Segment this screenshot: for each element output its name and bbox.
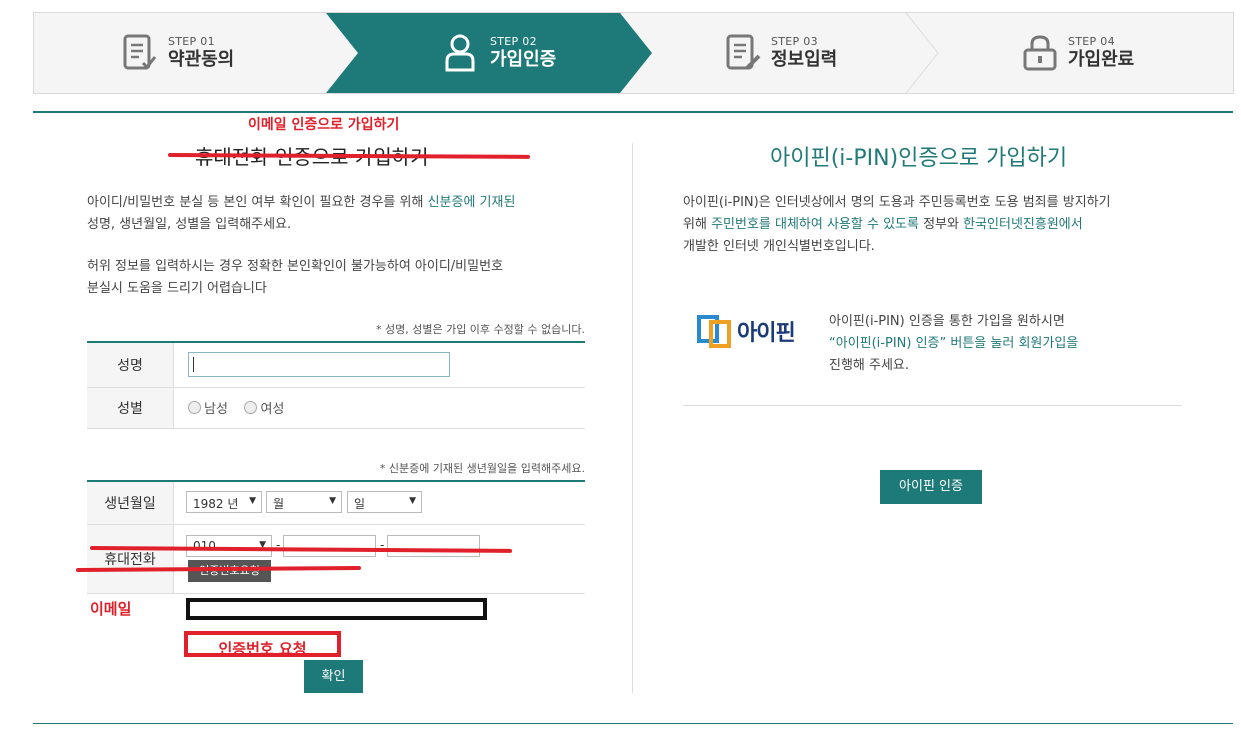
chevron-down-icon: ▼ [409, 496, 416, 506]
ipin-auth-button[interactable]: 아이핀 인증 [880, 470, 982, 504]
ipin-logo-text: 아이핀 [737, 321, 796, 346]
female-label: 여성 [260, 402, 285, 417]
step-02: STEP 02 가입인증 [444, 13, 556, 93]
name-gender-note: * 성명, 성별은 가입 이후 수정할 수 없습니다. [375, 323, 585, 336]
column-divider [632, 143, 633, 693]
birth-day-select[interactable]: 일 ▼ [347, 491, 422, 513]
ipin-logo: 아이핀 [697, 310, 809, 350]
guide-text-highlight: 신분증에 기재된 [427, 195, 516, 210]
chevron-down-icon: ▼ [329, 496, 336, 506]
male-radio[interactable] [188, 401, 201, 414]
name-input[interactable] [188, 352, 450, 378]
ipin-desc-line-3: 개발한 인터넷 개인식별번호입니다. [683, 239, 875, 254]
name-cell [173, 342, 585, 388]
step-01: STEP 01 약관동의 [122, 13, 234, 93]
guide-text-part: 성명, 생년월일, 성별을 입력해주세요. [87, 217, 292, 232]
document-check-icon [123, 34, 157, 70]
confirm-button[interactable]: 확인 [304, 660, 363, 693]
step-03-number: STEP 03 [771, 35, 818, 48]
gender-male-option[interactable]: 남성 [188, 401, 228, 417]
guide-text-part: 아이디/비밀번호 분실 등 본인 여부 확인이 필요한 경우를 위해 [87, 195, 428, 210]
email-auth-request-label: 인증번호 요청 [218, 640, 307, 657]
section-top-divider [33, 111, 1233, 113]
gender-label: 성별 [87, 387, 174, 429]
gender-cell: 남성 여성 [173, 387, 585, 429]
ipin-guide-line-3: 진행해 주세요. [829, 358, 910, 373]
step-04-label: 가입완료 [1068, 49, 1135, 70]
phone-last-input[interactable] [387, 535, 480, 557]
lock-icon [1023, 35, 1057, 71]
ipin-desc-line-1: 아이핀(i-PIN)은 인터넷상에서 명의 도용과 주민등록번호 도용 범죄를 … [683, 195, 1111, 210]
ipin-description: 아이핀(i-PIN)은 인터넷상에서 명의 도용과 주민등록번호 도용 범죄를 … [683, 192, 1203, 258]
birth-day-value: 일 [354, 497, 366, 511]
identity-guide-text: 아이디/비밀번호 분실 등 본인 여부 확인이 필요한 경우를 위해 신분증에 … [87, 192, 597, 236]
gender-female-option[interactable]: 여성 [244, 401, 285, 417]
document-edit-icon [726, 34, 761, 70]
name-gender-form: 성명 성별 남성 여성 [87, 341, 585, 429]
name-label: 성명 [87, 342, 174, 388]
ipin-guide-line-1: 아이핀(i-PIN) 인증을 통한 가입을 원하시면 [829, 314, 1065, 329]
email-auth-request-button[interactable]: 인증번호 요청 [184, 631, 341, 657]
birth-month-value: 월 [273, 497, 285, 511]
email-input[interactable] [186, 598, 487, 620]
ipin-divider [683, 405, 1182, 406]
birth-year-select[interactable]: 1982 년 ▼ [186, 491, 262, 513]
ipin-signup-title: 아이핀(i-PIN)인증으로 가입하기 [770, 146, 1068, 171]
male-label: 남성 [204, 402, 228, 417]
email-signup-title: 이메일 인증으로 가입하기 [248, 117, 400, 133]
birthdate-note: * 신분증에 기재된 생년월일을 입력해주세요. [379, 462, 585, 475]
text-cursor [193, 357, 194, 373]
warning-line-2: 분실시 도움을 드리기 어렵습니다 [87, 281, 267, 296]
step-progress-bar: STEP 01 약관동의 STEP 02 가입인증 STEP 03 정보입력 S… [33, 12, 1234, 94]
birth-month-select[interactable]: 월 ▼ [266, 491, 342, 513]
ipin-logo-mark-icon [697, 315, 731, 348]
female-radio[interactable] [244, 401, 258, 414]
birthdate-label: 생년월일 [87, 481, 174, 525]
step-04: STEP 04 가입완료 [1022, 13, 1134, 93]
ipin-desc-highlight: 주민번호를 대체하여 사용할 수 있도록 [711, 217, 919, 232]
step-04-number: STEP 04 [1068, 35, 1115, 48]
step-03: STEP 03 정보입력 [725, 13, 837, 93]
step-02-label: 가입인증 [490, 49, 557, 70]
email-label: 이메일 [90, 600, 132, 618]
step-02-number: STEP 02 [490, 35, 537, 48]
ipin-desc-part: 정부와 [918, 217, 964, 232]
step-01-number: STEP 01 [168, 35, 215, 48]
step-03-label: 정보입력 [771, 49, 838, 70]
birth-year-value: 1982 년 [193, 497, 239, 511]
ipin-desc-highlight: 한국인터넷진흥원에서 [963, 217, 1083, 232]
user-icon [445, 34, 475, 72]
step-01-label: 약관동의 [168, 49, 235, 70]
phone-label: 휴대전화 [87, 524, 174, 594]
chevron-down-icon: ▼ [249, 496, 256, 506]
phone-middle-input[interactable] [283, 535, 376, 557]
ipin-guide-text: 아이핀(i-PIN) 인증을 통한 가입을 원하시면 “아이핀(i-PIN) 인… [829, 311, 1159, 377]
ipin-desc-part: 위해 [683, 217, 712, 232]
ipin-guide-line-2: “아이핀(i-PIN) 인증” 버튼을 눌러 회원가입을 [829, 336, 1079, 351]
section-bottom-divider [33, 723, 1233, 724]
warning-line-1: 허위 정보를 입력하시는 경우 정확한 본인확인이 불가능하여 아이디/비밀번호 [87, 259, 504, 274]
false-info-warning-text: 허위 정보를 입력하시는 경우 정확한 본인확인이 불가능하여 아이디/비밀번호… [87, 256, 597, 300]
